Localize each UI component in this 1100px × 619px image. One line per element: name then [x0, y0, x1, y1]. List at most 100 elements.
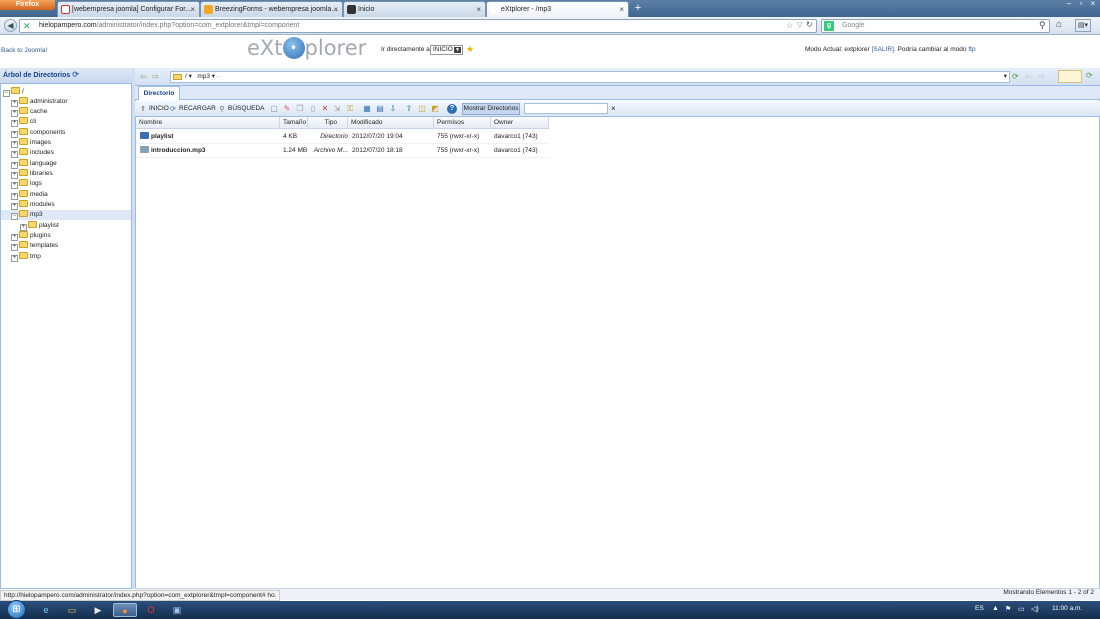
- back-arrow-icon[interactable]: ⇦: [140, 72, 150, 81]
- new-tab-button[interactable]: +: [631, 2, 645, 16]
- search-button[interactable]: ⚲ BÚSQUEDA: [218, 103, 264, 115]
- google-icon[interactable]: g: [824, 21, 834, 31]
- chmod-icon[interactable]: ⚿: [345, 104, 355, 114]
- ie-icon[interactable]: e: [37, 603, 55, 617]
- edit-icon[interactable]: ✎: [282, 104, 292, 114]
- back-arrow-icon[interactable]: ⇦: [1025, 72, 1032, 81]
- column-header-modified[interactable]: Modificado: [348, 117, 434, 129]
- site-identity-icon[interactable]: ✕: [23, 21, 33, 31]
- firefox-taskbar-icon[interactable]: ●: [113, 603, 137, 617]
- tree-item[interactable]: + templates: [11, 241, 58, 251]
- tree-item[interactable]: + includes: [11, 148, 54, 158]
- chevron-down-icon[interactable]: ▽: [797, 21, 802, 29]
- home-button[interactable]: ⇑ INICIO: [139, 103, 169, 115]
- table-row[interactable]: playlist 4 KB Directorio 2012/07/20 19:0…: [136, 130, 549, 144]
- delete-icon[interactable]: ✕: [320, 104, 330, 114]
- app-icon[interactable]: ▣: [168, 603, 186, 617]
- expand-icon[interactable]: +: [11, 182, 18, 189]
- search-icon[interactable]: ⚲: [1039, 20, 1046, 31]
- browser-tab[interactable]: Inicio ×: [343, 1, 486, 17]
- copy-icon[interactable]: ❐: [295, 104, 305, 114]
- tree-item[interactable]: + components: [11, 128, 65, 138]
- minimize-icon[interactable]: –: [1064, 0, 1074, 9]
- column-header-type[interactable]: Tipo: [308, 117, 348, 129]
- archive-icon[interactable]: ◫: [417, 104, 427, 114]
- permissions-cell[interactable]: 755 (rwxr-xr-x): [437, 144, 493, 158]
- collapse-icon[interactable]: −: [3, 90, 10, 97]
- path-folder[interactable]: mp3: [197, 73, 210, 80]
- tree-item[interactable]: + tmp: [11, 252, 41, 262]
- expand-icon[interactable]: +: [11, 100, 18, 107]
- tree-item[interactable]: + libraries: [11, 169, 53, 179]
- tree-item[interactable]: + playlist: [20, 221, 59, 231]
- tree-item[interactable]: + administrator: [11, 97, 68, 107]
- filter-input[interactable]: [524, 103, 608, 114]
- expand-icon[interactable]: +: [11, 162, 18, 169]
- start-button[interactable]: ⊞: [7, 600, 26, 619]
- back-icon[interactable]: ◀: [4, 19, 17, 32]
- ftp-mode-link[interactable]: ftp: [968, 46, 975, 53]
- expand-icon[interactable]: +: [11, 255, 18, 262]
- explorer-icon[interactable]: ▭: [63, 603, 81, 617]
- close-icon[interactable]: ×: [333, 2, 338, 17]
- reload-button[interactable]: ⟳ RECARGAR: [169, 103, 216, 115]
- bookmark-star-icon[interactable]: ★: [466, 44, 474, 55]
- file-name-cell[interactable]: introduccion.mp3: [140, 144, 280, 158]
- opera-icon[interactable]: O: [142, 603, 160, 617]
- tree-item[interactable]: + logs: [11, 179, 42, 189]
- close-icon[interactable]: ×: [476, 2, 481, 17]
- column-header-name[interactable]: Nombre: [136, 117, 280, 129]
- show-directories-button[interactable]: Mostrar Directorios: [462, 103, 520, 115]
- back-to-joomla-link[interactable]: Back to Joomla!: [1, 47, 47, 54]
- refresh-icon[interactable]: ⟳: [1086, 71, 1093, 80]
- move-icon[interactable]: ▯: [308, 104, 318, 114]
- bookmark-star-icon[interactable]: ☆: [786, 21, 793, 30]
- search-input[interactable]: Google: [821, 19, 1050, 33]
- tree-item[interactable]: + language: [11, 159, 57, 169]
- firefox-menu-button[interactable]: Firefox: [0, 0, 55, 10]
- flag-icon[interactable]: ⚑: [1005, 605, 1011, 613]
- browser-tab[interactable]: [webempresa joomla] Configurar For... ×: [57, 1, 200, 17]
- tree-item[interactable]: + media: [11, 190, 48, 200]
- url-bar[interactable]: hielopampero.com/administrator/index.php…: [19, 19, 817, 33]
- reload-icon[interactable]: ↻: [806, 20, 813, 29]
- close-icon[interactable]: ×: [190, 2, 195, 17]
- volume-icon[interactable]: ◁): [1031, 605, 1039, 613]
- view-icon[interactable]: ▦: [362, 104, 372, 114]
- column-header-permissions[interactable]: Permisos: [434, 117, 491, 129]
- tree-item[interactable]: + plugins: [11, 231, 51, 241]
- table-row[interactable]: introduccion.mp3 1.24 MB Archivo M... 20…: [136, 144, 549, 158]
- close-window-icon[interactable]: ×: [1088, 0, 1098, 9]
- path-root[interactable]: /: [185, 73, 187, 80]
- tree-item[interactable]: + modules: [11, 200, 55, 210]
- clear-filter-icon[interactable]: ×: [611, 103, 616, 114]
- language-indicator[interactable]: ES: [975, 605, 984, 612]
- expand-icon[interactable]: +: [11, 131, 18, 138]
- forward-arrow-icon[interactable]: ⇨: [1038, 72, 1045, 81]
- expand-icon[interactable]: +: [11, 244, 18, 251]
- expand-icon[interactable]: +: [11, 203, 18, 210]
- expand-icon[interactable]: +: [20, 224, 27, 231]
- refresh-icon[interactable]: ⟳: [72, 71, 80, 79]
- tree-item-selected[interactable]: − mp3: [1, 210, 131, 221]
- network-icon[interactable]: ▭: [1018, 605, 1025, 613]
- browser-tab[interactable]: BreezingForms - webempresa joomla... ×: [200, 1, 343, 17]
- expand-icon[interactable]: +: [11, 141, 18, 148]
- rename-icon[interactable]: ⇲: [332, 104, 342, 114]
- tray-arrow-icon[interactable]: ▲: [992, 605, 999, 612]
- permissions-cell[interactable]: 755 (rwxr-xr-x): [437, 130, 493, 144]
- clock[interactable]: 11:00 a.m.: [1052, 605, 1082, 612]
- home-icon[interactable]: ⌂: [1056, 19, 1062, 30]
- browser-tab-active[interactable]: eXtplorer - /mp3 ×: [486, 1, 629, 17]
- expand-icon[interactable]: +: [11, 193, 18, 200]
- maximize-icon[interactable]: ▫: [1076, 0, 1086, 9]
- expand-icon[interactable]: +: [11, 110, 18, 117]
- logout-link[interactable]: [SALIR].: [872, 46, 896, 53]
- media-player-icon[interactable]: ▶: [89, 603, 107, 617]
- expand-icon[interactable]: +: [11, 234, 18, 241]
- chevron-down-icon[interactable]: ▾: [1004, 72, 1007, 82]
- tree-item[interactable]: + cache: [11, 107, 47, 117]
- download-icon[interactable]: ⇩: [388, 104, 398, 114]
- collapse-icon[interactable]: −: [11, 213, 18, 220]
- new-file-icon[interactable]: ▢: [269, 104, 279, 114]
